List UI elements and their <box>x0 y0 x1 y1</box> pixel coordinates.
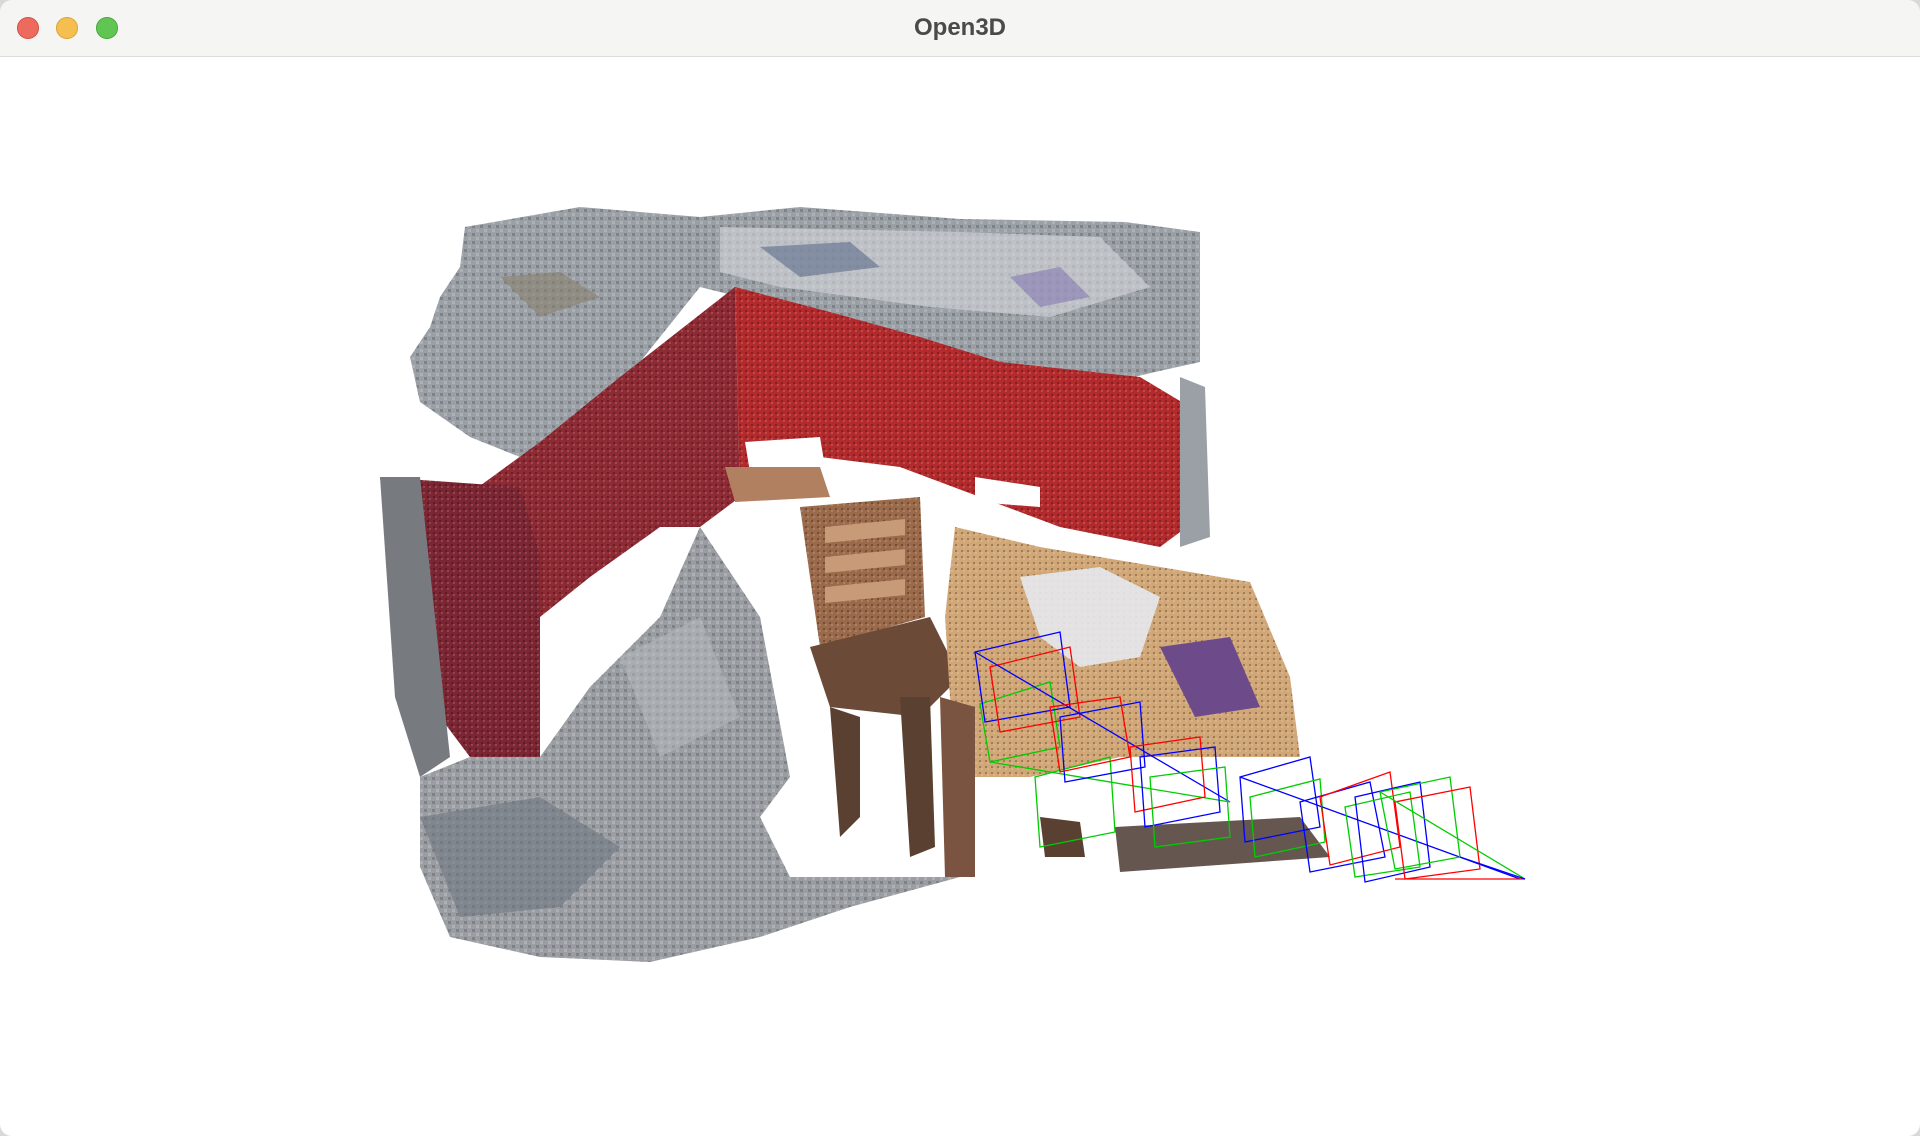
title-bar[interactable]: Open3D <box>0 0 1920 57</box>
window-title: Open3D <box>913 14 1006 41</box>
point-cloud-render[interactable] <box>0 57 1920 1136</box>
chair-points <box>800 497 960 857</box>
table-points <box>940 527 1330 877</box>
camera-frustum <box>1354 776 1526 883</box>
app-window: Open3D <box>0 0 1920 1136</box>
3d-viewport[interactable] <box>0 57 1920 1136</box>
